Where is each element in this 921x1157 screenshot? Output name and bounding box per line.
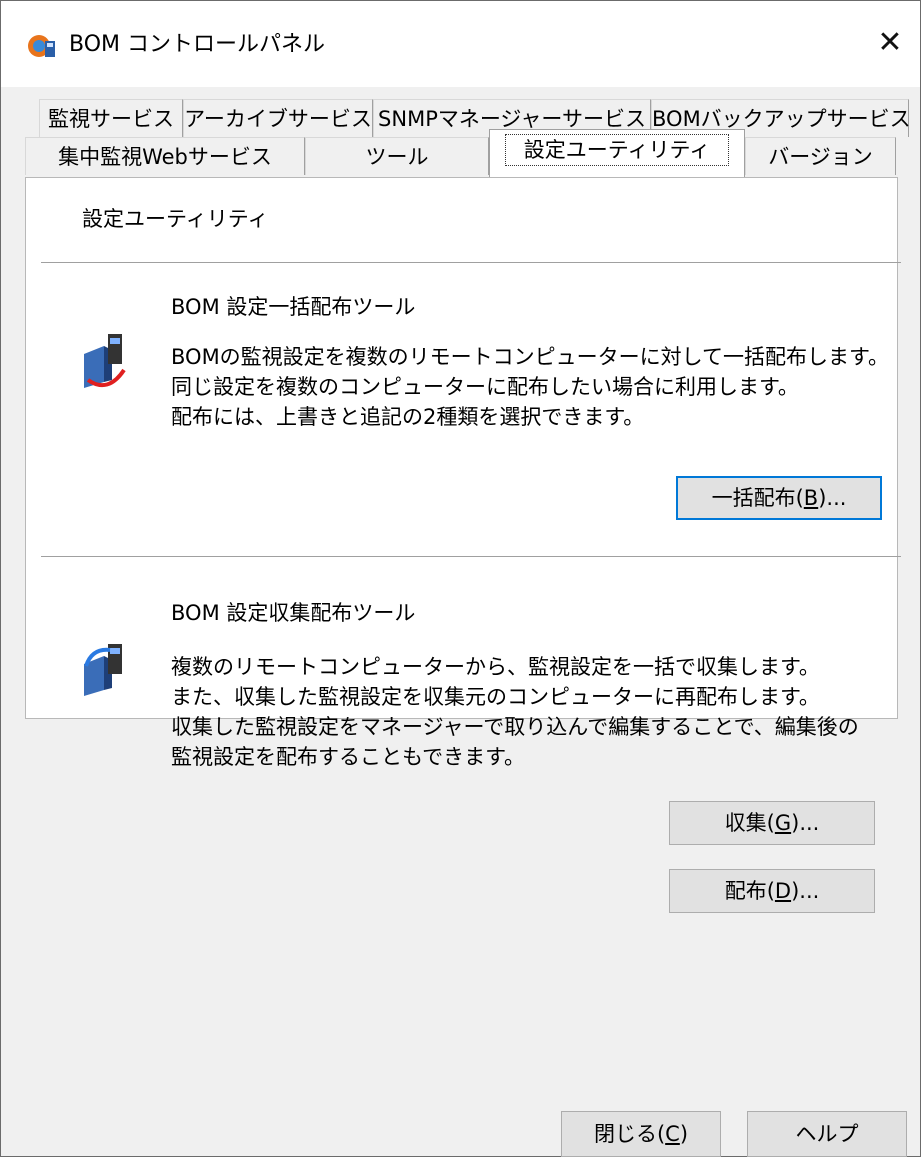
access-key: G <box>774 811 792 835</box>
bulk-distribute-icon <box>84 334 126 388</box>
bulk-desc-line: 配布には、上書きと追記の2種類を選択できます。 <box>171 405 645 429</box>
tab-central-monitoring-web[interactable]: 集中監視Webサービス <box>25 137 305 175</box>
title-bar: BOM コントロールパネル ✕ <box>1 1 920 87</box>
tab-tools[interactable]: ツール <box>305 137 489 175</box>
control-panel-window: BOM コントロールパネル ✕ 監視サービス アーカイブサービス SNMPマネー… <box>0 0 921 1157</box>
collect-desc-line: また、収集した監視設定を収集元のコンピューターに再配布します。 <box>171 685 820 709</box>
bulk-desc-line: 同じ設定を複数のコンピューターに配布したい場合に利用します。 <box>171 375 799 399</box>
panel-title: 設定ユーティリティ <box>82 207 269 231</box>
button-label: 収集( <box>724 811 775 835</box>
tab-monitoring-service[interactable]: 監視サービス <box>39 99 183 137</box>
collect-desc-line: 収集した監視設定をマネージャーで取り込んで編集することで、編集後の <box>171 715 859 739</box>
collect-tool-title: BOM 設定収集配布ツール <box>171 601 416 625</box>
bom-app-icon <box>28 35 55 57</box>
button-label: 閉じる( <box>593 1122 666 1146</box>
collect-desc-line: 監視設定を配布することもできます。 <box>171 745 526 769</box>
distribute-button[interactable]: 配布(D)... <box>669 869 875 913</box>
divider <box>41 262 901 263</box>
bulk-distribute-button[interactable]: 一括配布(B)... <box>676 476 882 520</box>
collect-button[interactable]: 収集(G)... <box>669 801 875 845</box>
access-key: D <box>774 879 792 903</box>
button-suffix: )... <box>818 486 847 510</box>
window-title: BOM コントロールパネル <box>69 32 325 57</box>
tab-settings-utility-label: 設定ユーティリティ <box>504 134 730 166</box>
tab-strip: 監視サービス アーカイブサービス SNMPマネージャーサービス BOMバックアッ… <box>1 87 920 177</box>
button-suffix: )... <box>791 811 820 835</box>
bulk-tool-title: BOM 設定一括配布ツール <box>171 295 416 319</box>
button-label: 配布( <box>724 879 775 903</box>
help-button[interactable]: ヘルプ <box>747 1111 907 1157</box>
button-label: 一括配布( <box>711 486 804 510</box>
collect-distribute-icon <box>84 644 122 696</box>
button-suffix: )... <box>791 879 820 903</box>
bulk-desc-line: BOMの監視設定を複数のリモートコンピューターに対して一括配布します。 <box>171 345 889 369</box>
settings-utility-panel: 設定ユーティリティ BOM 設定一括配布ツール BOMの監視設定を複数のリモート… <box>25 177 901 769</box>
tab-settings-utility[interactable]: 設定ユーティリティ <box>489 129 745 177</box>
tab-version[interactable]: バージョン <box>745 137 896 175</box>
divider <box>41 556 901 557</box>
access-key: B <box>803 486 819 510</box>
tab-archive-service[interactable]: アーカイブサービス <box>183 99 373 137</box>
close-icon[interactable]: ✕ <box>860 13 920 73</box>
collect-desc-line: 複数のリモートコンピューターから、監視設定を一括で収集します。 <box>171 655 820 679</box>
close-button[interactable]: 閉じる(C) <box>561 1111 721 1157</box>
access-key: C <box>665 1122 680 1146</box>
button-suffix: ) <box>679 1122 689 1146</box>
